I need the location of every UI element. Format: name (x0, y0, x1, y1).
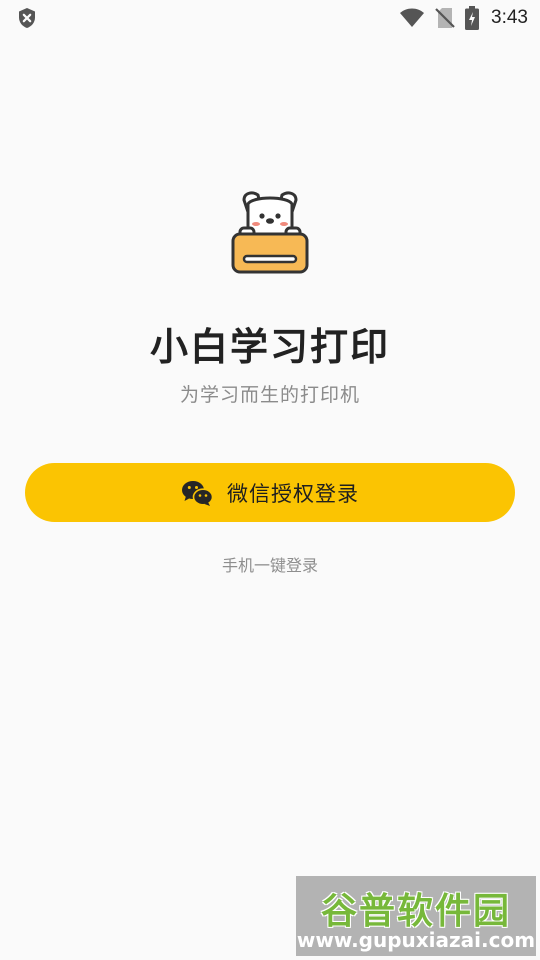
clock: 3:43 (491, 7, 528, 28)
app-subtitle: 为学习而生的打印机 (179, 384, 360, 406)
phone-login-link[interactable]: 手机一键登录 (0, 552, 540, 576)
status-icons: 3:43 (399, 6, 528, 30)
dog-printer-logo (231, 191, 309, 274)
no-sim-icon (435, 8, 455, 28)
wifi-icon (400, 8, 425, 27)
wechat-login-label: 微信授权登录 (227, 481, 359, 506)
status-bar: 3:43 (0, 0, 540, 36)
watermark: 谷普软件园 www.gupuxiazai.com (296, 876, 536, 956)
battery-charging-icon (465, 6, 480, 30)
watermark-title: 谷普软件园 (320, 891, 511, 932)
wechat-login-button[interactable]: 微信授权登录 (25, 463, 515, 522)
app-title: 小白学习打印 (149, 325, 390, 369)
shield-x-icon (19, 8, 35, 28)
wechat-icon (182, 480, 213, 506)
watermark-url: www.gupuxiazai.com (296, 928, 536, 952)
